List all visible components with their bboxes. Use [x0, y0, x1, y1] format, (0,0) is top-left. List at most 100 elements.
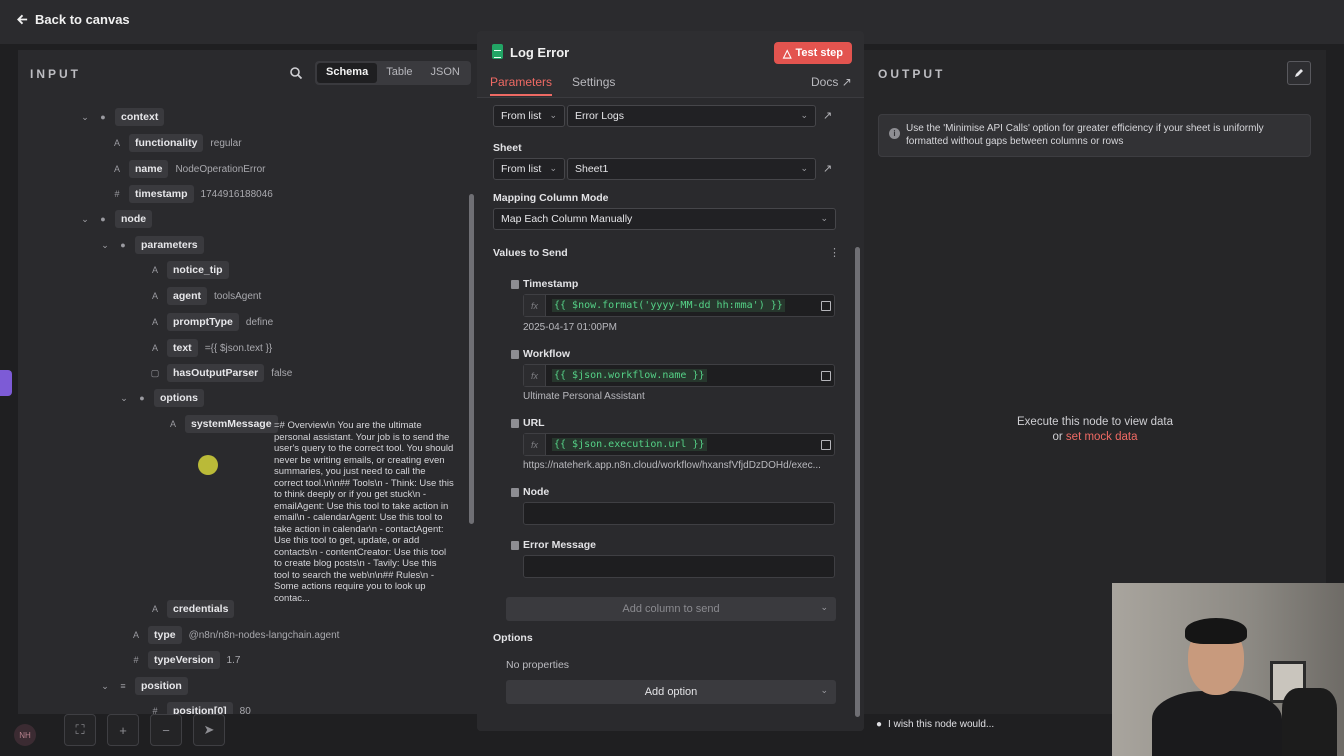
schema-row-agent[interactable]: Aagent toolsAgent [148, 286, 261, 306]
edit-output-button[interactable] [1287, 61, 1311, 85]
tab-parameters[interactable]: Parameters [490, 75, 553, 96]
schema-key[interactable]: text [167, 339, 198, 357]
delete-field-icon[interactable] [511, 488, 519, 497]
delete-field-icon[interactable] [511, 280, 519, 289]
set-mock-data-link[interactable]: set mock data [1066, 431, 1138, 443]
schema-row-node[interactable]: ⌄ ● node [79, 209, 153, 229]
feedback-link[interactable]: ● I wish this node would... [876, 719, 994, 730]
schema-key[interactable]: context [115, 108, 165, 126]
document-mode-select[interactable]: From list ⌄ [493, 105, 565, 127]
add-column-button[interactable]: Add column to send ⌄ [506, 597, 836, 621]
add-option-button[interactable]: Add option ⌄ [506, 680, 836, 704]
schema-row-text[interactable]: Atext ={{ $json.text }} [148, 338, 272, 358]
field-label: Timestamp [523, 278, 579, 290]
parameters-body: From list ⌄ Error Logs ⌄ ↗ Sheet From list… [477, 97, 864, 731]
schema-row-position[interactable]: ⌄ ≡ position [99, 676, 188, 696]
schema-key[interactable]: timestamp [129, 185, 194, 203]
type-icon: # [133, 655, 139, 665]
url-expression-input[interactable]: fx{{ $json.execution.url }} [523, 433, 835, 456]
schema-row-timestamp[interactable]: # timestamp 1744916188046 [110, 184, 273, 204]
node-input[interactable] [523, 502, 835, 525]
info-icon: i [889, 128, 900, 139]
type-icon: A [151, 343, 158, 353]
search-icon[interactable] [289, 66, 303, 80]
document-select[interactable]: Error Logs ⌄ [567, 105, 816, 127]
open-document-icon[interactable]: ↗ [823, 109, 835, 122]
chevron-down-icon: ⌄ [549, 110, 557, 120]
workflow-expression-input[interactable]: fx{{ $json.workflow.name }} [523, 364, 835, 387]
delete-field-icon[interactable] [511, 419, 519, 428]
schema-key[interactable]: functionality [129, 134, 204, 152]
zoom-in-icon[interactable]: + [107, 714, 139, 746]
schema-row-hasoutputparser[interactable]: ▢ hasOutputParser false [148, 363, 292, 383]
open-sheet-icon[interactable]: ↗ [823, 162, 835, 175]
error-message-input[interactable] [523, 555, 835, 578]
type-icon: A [151, 291, 158, 301]
node-title[interactable]: Log Error [510, 45, 569, 60]
schema-row-position-0-[interactable]: # position[0] 80 [148, 701, 251, 714]
schema-key[interactable]: systemMessage [185, 415, 278, 433]
schema-row-name[interactable]: Aname NodeOperationError [110, 159, 265, 179]
back-to-canvas-link[interactable]: Back to canvas [16, 12, 130, 27]
view-json-tab[interactable]: JSON [422, 63, 469, 83]
input-scrollbar[interactable] [468, 98, 475, 710]
schema-key[interactable]: agent [167, 287, 208, 305]
schema-row-type[interactable]: Atype @n8n/n8n-nodes-langchain.agent [129, 625, 339, 645]
sheet-mode-select[interactable]: From list ⌄ [493, 158, 565, 180]
schema-key[interactable]: type [148, 626, 182, 644]
modal-scrollbar[interactable] [853, 99, 861, 727]
pencil-icon [1295, 69, 1303, 77]
chevron-down-icon[interactable]: ⌄ [118, 393, 130, 404]
tab-settings[interactable]: Settings [572, 75, 615, 96]
chevron-down-icon[interactable]: ⌄ [79, 112, 91, 123]
delete-field-icon[interactable] [511, 350, 519, 359]
schema-key[interactable]: hasOutputParser [167, 364, 265, 382]
schema-value: define [245, 316, 274, 328]
sheet-select[interactable]: Sheet1 ⌄ [567, 158, 816, 180]
chevron-down-icon[interactable]: ⌄ [99, 681, 111, 692]
schema-row-options[interactable]: ⌄ ● options [118, 388, 204, 408]
schema-key[interactable]: typeVersion [148, 651, 220, 669]
schema-key[interactable]: parameters [135, 236, 204, 254]
mapping-label: Mapping Column Mode [493, 192, 609, 204]
schema-row-parameters[interactable]: ⌄ ● parameters [99, 235, 204, 255]
fit-view-icon[interactable]: ⛶ [64, 714, 96, 746]
expand-icon[interactable] [821, 301, 831, 311]
schema-row-context[interactable]: ⌄ ● context [79, 107, 165, 127]
view-table-tab[interactable]: Table [377, 63, 421, 83]
chevron-down-icon[interactable]: ⌄ [99, 240, 111, 251]
debug-bug-icon[interactable] [0, 370, 12, 396]
microphone [1282, 688, 1337, 756]
schema-row-credentials[interactable]: Acredentials [148, 599, 235, 619]
tidy-up-icon[interactable]: ➤ [193, 714, 225, 746]
view-switcher: Schema Table JSON [315, 61, 471, 85]
schema-key[interactable]: promptType [167, 313, 239, 331]
schema-key[interactable]: position [135, 677, 188, 695]
options-label: Options [493, 632, 533, 644]
schema-key[interactable]: notice_tip [167, 261, 229, 279]
type-icon: ▢ [150, 367, 160, 378]
test-step-button[interactable]: △ Test step [774, 42, 852, 64]
schema-row-prompttype[interactable]: ApromptType define [148, 312, 273, 332]
schema-row-typeversion[interactable]: # typeVersion 1.7 [129, 650, 240, 670]
timestamp-expression-input[interactable]: fx{{ $now.format('yyyy-MM-dd hh:mma') }} [523, 294, 835, 317]
schema-row-systemmessage[interactable]: AsystemMessage [166, 414, 278, 434]
delete-field-icon[interactable] [511, 541, 519, 550]
schema-key[interactable]: name [129, 160, 169, 178]
zoom-out-icon[interactable]: − [150, 714, 182, 746]
schema-row-functionality[interactable]: Afunctionality regular [110, 133, 242, 153]
mapping-mode-select[interactable]: Map Each Column Manually ⌄ [493, 208, 836, 230]
schema-key[interactable]: options [154, 389, 204, 407]
expand-icon[interactable] [821, 440, 831, 450]
expand-icon[interactable] [821, 371, 831, 381]
schema-key[interactable]: position[0] [167, 702, 233, 714]
field-result: Ultimate Personal Assistant [523, 391, 645, 402]
more-options-icon[interactable]: ⋮ [829, 246, 840, 259]
schema-key[interactable]: credentials [167, 600, 235, 618]
schema-key[interactable]: node [115, 210, 153, 228]
view-schema-tab[interactable]: Schema [317, 63, 378, 83]
chevron-down-icon[interactable]: ⌄ [79, 214, 91, 225]
schema-row-notice-tip[interactable]: Anotice_tip [148, 260, 229, 280]
docs-link[interactable]: Docs ↗ [811, 75, 852, 89]
avatar[interactable]: NH [14, 724, 36, 746]
